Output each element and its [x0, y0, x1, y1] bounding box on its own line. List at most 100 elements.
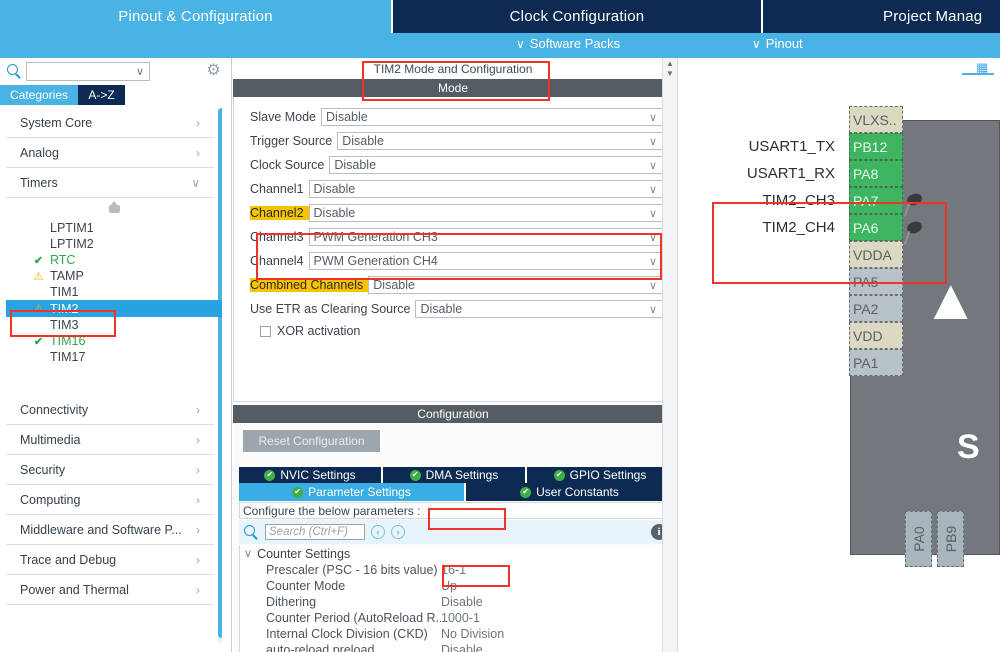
center-panel-scrollbar[interactable]: ▲ ▼	[662, 58, 678, 652]
ip-item-tim17[interactable]: TIM17	[32, 349, 222, 365]
param-row-auto-reload-preload[interactable]: auto-reload preload Disable	[240, 642, 672, 652]
next-match-button[interactable]: ›	[391, 525, 405, 539]
pin-pb12[interactable]: PB12	[849, 133, 903, 160]
sidebar-item-multimedia[interactable]: Multimedia ›	[6, 425, 214, 455]
slave-mode-select[interactable]: Disable ∨	[321, 108, 664, 126]
ip-item-tim2[interactable]: ⚠ TIM2	[6, 300, 222, 317]
tab-pinout-and-configuration[interactable]: Pinout & Configuration	[0, 0, 393, 33]
param-row-dithering[interactable]: Dithering Disable	[240, 594, 672, 610]
ip-item-tim3[interactable]: TIM3	[32, 317, 222, 333]
sidebar-search-input[interactable]: ∨	[26, 61, 150, 81]
ip-item-tamp[interactable]: ⚠ TAMP	[32, 268, 222, 284]
pin-vdda[interactable]: VDDA	[849, 241, 903, 268]
xor-activation-row[interactable]: XOR activation	[250, 321, 664, 341]
tab-categories[interactable]: Categories	[0, 85, 78, 105]
channel1-select[interactable]: Disable ∨	[308, 180, 664, 198]
sidebar-item-timers[interactable]: Timers ∨	[6, 168, 214, 198]
toolbar-underline	[962, 73, 994, 75]
pin-pa6[interactable]: PA6	[849, 214, 903, 241]
pin-pb9[interactable]: PB9	[937, 511, 964, 567]
spinner-icon	[108, 201, 120, 213]
sidebar-item-middleware[interactable]: Middleware and Software P... ›	[6, 515, 214, 545]
chevron-down-icon: ∨	[648, 303, 657, 316]
ip-item-tim16[interactable]: ✔ TIM16	[32, 333, 222, 349]
scrollbar-thumb[interactable]	[218, 108, 222, 638]
pin-vlxs[interactable]: VLXS..	[849, 106, 903, 133]
category-list-scrollbar[interactable]	[218, 108, 222, 643]
pin-pa0[interactable]: PA0	[905, 511, 932, 567]
sidebar-item-power-and-thermal[interactable]: Power and Thermal ›	[6, 575, 214, 605]
select-value: PWM Generation CH4	[313, 254, 438, 268]
tab-gpio-settings[interactable]: ✔ GPIO Settings	[527, 467, 673, 483]
ip-item-tim1[interactable]: TIM1	[32, 284, 222, 300]
tab-nvic-settings[interactable]: ✔ NVIC Settings	[239, 467, 383, 483]
select-value: PWM Generation CH3	[313, 230, 438, 244]
tab-project-manager[interactable]: Project Manag	[763, 0, 1000, 33]
checkbox-icon[interactable]	[260, 325, 271, 337]
clock-source-select[interactable]: Disable ∨	[329, 156, 664, 174]
sidebar-item-security[interactable]: Security ›	[6, 455, 214, 485]
sidebar-item-connectivity[interactable]: Connectivity ›	[6, 395, 214, 425]
main-tab-row: Pinout & Configuration Clock Configurati…	[0, 0, 1000, 33]
pinout-zoom-icon[interactable]: ▦	[962, 59, 994, 75]
sidebar-item-analog[interactable]: Analog ›	[6, 138, 214, 168]
scroll-down-arrow-icon[interactable]: ▼	[663, 68, 677, 78]
param-name: Dithering	[266, 595, 317, 609]
param-value[interactable]: Up	[441, 579, 457, 593]
scroll-up-arrow-icon[interactable]: ▲	[663, 58, 677, 68]
param-row-internal-clock-division[interactable]: Internal Clock Division (CKD) No Divisio…	[240, 626, 672, 642]
pin-vdd[interactable]: VDD	[849, 322, 903, 349]
param-value[interactable]: No Division	[441, 627, 504, 641]
pin-pa5[interactable]: PA5	[849, 268, 903, 295]
tab-a-to-z[interactable]: A->Z	[78, 85, 125, 105]
config-tabs-row-2: ✔ Parameter Settings ✔ User Constants	[239, 483, 673, 501]
param-group-label: Counter Settings	[257, 546, 351, 561]
param-row-prescaler[interactable]: Prescaler (PSC - 16 bits value) 16-1	[240, 562, 672, 578]
param-value[interactable]: 1000-1	[441, 611, 480, 625]
mode-label: Slave Mode	[250, 110, 317, 124]
pin-pa2[interactable]: PA2	[849, 295, 903, 322]
tab-dma-settings[interactable]: ✔ DMA Settings	[383, 467, 527, 483]
sidebar-item-computing[interactable]: Computing ›	[6, 485, 214, 515]
param-value[interactable]: Disable	[441, 643, 483, 652]
param-name: Counter Period (AutoReload R...	[266, 611, 441, 625]
param-row-counter-period[interactable]: Counter Period (AutoReload R... 1000-1	[240, 610, 672, 626]
use-etr-select[interactable]: Disable ∨	[415, 300, 664, 318]
combined-channels-select[interactable]: Disable ∨	[368, 276, 664, 294]
menu-software-packs[interactable]: ∨ Software Packs	[516, 36, 620, 51]
param-value[interactable]: 16-1	[441, 563, 466, 577]
pin-pa8[interactable]: PA8	[849, 160, 903, 187]
menu-pinout[interactable]: ∨ Pinout	[752, 36, 803, 51]
tab-parameter-settings[interactable]: ✔ Parameter Settings	[239, 483, 466, 501]
ip-item-label: TIM17	[50, 350, 86, 364]
gear-icon[interactable]: ⚙	[205, 62, 222, 79]
pin-pa1[interactable]: PA1	[849, 349, 903, 376]
menu-software-packs-label: Software Packs	[529, 36, 621, 51]
channel4-select[interactable]: PWM Generation CH4 ∨	[308, 252, 664, 270]
sidebar-item-system-core[interactable]: System Core ›	[6, 108, 214, 138]
param-group-counter-settings[interactable]: ∨ Counter Settings	[240, 545, 672, 562]
sidebar-item-label: Computing	[20, 492, 81, 507]
tab-clock-configuration[interactable]: Clock Configuration	[393, 0, 763, 33]
ip-item-rtc[interactable]: ✔ RTC	[32, 252, 222, 268]
chevron-down-icon: ∨	[191, 175, 200, 190]
channel3-select[interactable]: PWM Generation CH3 ∨	[308, 228, 664, 246]
previous-match-button[interactable]: ‹	[371, 525, 385, 539]
timers-scroll-handle[interactable]	[6, 198, 222, 220]
channel2-select[interactable]: Disable ∨	[308, 204, 664, 222]
sub-tab-row: ∨ Software Packs ∨ Pinout	[0, 33, 1000, 58]
param-value[interactable]: Disable	[441, 595, 483, 609]
pushpin-needle	[903, 203, 911, 217]
chevron-right-icon: ›	[196, 462, 200, 477]
trigger-source-select[interactable]: Disable ∨	[337, 132, 664, 150]
sidebar-item-label: Trace and Debug	[20, 552, 117, 567]
param-row-counter-mode[interactable]: Counter Mode Up	[240, 578, 672, 594]
tab-user-constants[interactable]: ✔ User Constants	[466, 483, 673, 501]
parameter-search-input[interactable]: Search (Ctrl+F)	[265, 524, 365, 540]
ip-item-label: TIM16	[50, 334, 86, 348]
reset-configuration-button[interactable]: Reset Configuration	[243, 430, 380, 452]
sidebar-item-trace-and-debug[interactable]: Trace and Debug ›	[6, 545, 214, 575]
ip-item-lptim2[interactable]: LPTIM2	[32, 236, 222, 252]
pin-pa7[interactable]: PA7	[849, 187, 903, 214]
ip-item-lptim1[interactable]: LPTIM1	[32, 220, 222, 236]
